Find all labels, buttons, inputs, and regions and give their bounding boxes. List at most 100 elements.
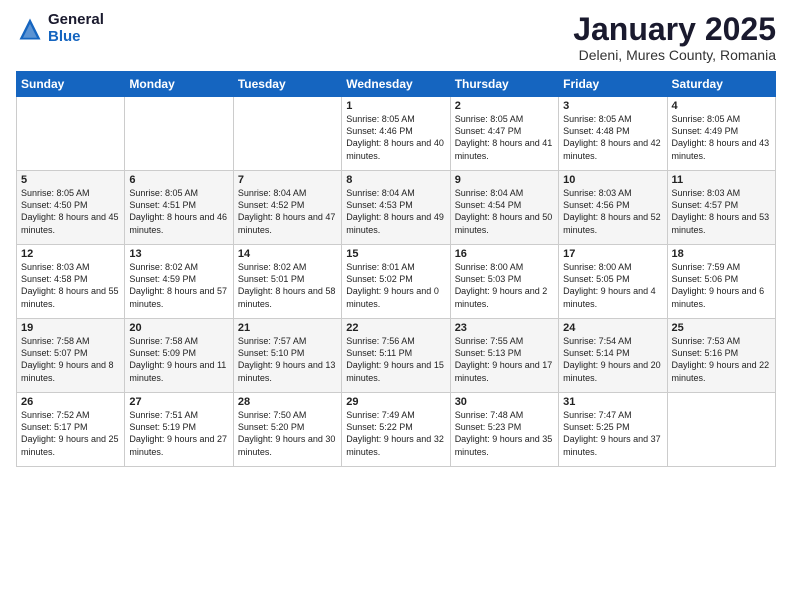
day-cell: 16Sunrise: 8:00 AM Sunset: 5:03 PM Dayli… — [450, 245, 558, 319]
day-info: Sunrise: 7:47 AM Sunset: 5:25 PM Dayligh… — [563, 409, 662, 458]
day-cell: 13Sunrise: 8:02 AM Sunset: 4:59 PM Dayli… — [125, 245, 233, 319]
day-cell: 20Sunrise: 7:58 AM Sunset: 5:09 PM Dayli… — [125, 319, 233, 393]
day-number: 29 — [346, 396, 445, 408]
day-number: 15 — [346, 248, 445, 260]
day-cell: 26Sunrise: 7:52 AM Sunset: 5:17 PM Dayli… — [17, 393, 125, 467]
day-number: 10 — [563, 174, 662, 186]
day-cell: 28Sunrise: 7:50 AM Sunset: 5:20 PM Dayli… — [233, 393, 341, 467]
day-info: Sunrise: 8:05 AM Sunset: 4:50 PM Dayligh… — [21, 187, 120, 236]
day-cell: 3Sunrise: 8:05 AM Sunset: 4:48 PM Daylig… — [559, 97, 667, 171]
day-number: 9 — [455, 174, 554, 186]
day-cell: 27Sunrise: 7:51 AM Sunset: 5:19 PM Dayli… — [125, 393, 233, 467]
day-cell: 8Sunrise: 8:04 AM Sunset: 4:53 PM Daylig… — [342, 171, 450, 245]
weekday-header-thursday: Thursday — [450, 72, 558, 97]
day-info: Sunrise: 7:49 AM Sunset: 5:22 PM Dayligh… — [346, 409, 445, 458]
day-cell: 1Sunrise: 8:05 AM Sunset: 4:46 PM Daylig… — [342, 97, 450, 171]
day-info: Sunrise: 7:54 AM Sunset: 5:14 PM Dayligh… — [563, 335, 662, 384]
title-block: January 2025 Deleni, Mures County, Roman… — [573, 12, 776, 63]
day-cell: 24Sunrise: 7:54 AM Sunset: 5:14 PM Dayli… — [559, 319, 667, 393]
day-number: 14 — [238, 248, 337, 260]
day-info: Sunrise: 7:59 AM Sunset: 5:06 PM Dayligh… — [672, 261, 771, 310]
day-number: 22 — [346, 322, 445, 334]
day-number: 28 — [238, 396, 337, 408]
day-cell: 23Sunrise: 7:55 AM Sunset: 5:13 PM Dayli… — [450, 319, 558, 393]
day-cell: 25Sunrise: 7:53 AM Sunset: 5:16 PM Dayli… — [667, 319, 775, 393]
day-cell: 11Sunrise: 8:03 AM Sunset: 4:57 PM Dayli… — [667, 171, 775, 245]
day-info: Sunrise: 8:05 AM Sunset: 4:46 PM Dayligh… — [346, 113, 445, 162]
weekday-header-wednesday: Wednesday — [342, 72, 450, 97]
day-number: 26 — [21, 396, 120, 408]
day-cell: 4Sunrise: 8:05 AM Sunset: 4:49 PM Daylig… — [667, 97, 775, 171]
calendar-subtitle: Deleni, Mures County, Romania — [573, 47, 776, 63]
weekday-header-sunday: Sunday — [17, 72, 125, 97]
day-cell: 21Sunrise: 7:57 AM Sunset: 5:10 PM Dayli… — [233, 319, 341, 393]
day-info: Sunrise: 8:03 AM Sunset: 4:57 PM Dayligh… — [672, 187, 771, 236]
day-number: 23 — [455, 322, 554, 334]
week-row-2: 5Sunrise: 8:05 AM Sunset: 4:50 PM Daylig… — [17, 171, 776, 245]
logo: General Blue — [16, 12, 104, 45]
day-cell: 2Sunrise: 8:05 AM Sunset: 4:47 PM Daylig… — [450, 97, 558, 171]
day-cell: 7Sunrise: 8:04 AM Sunset: 4:52 PM Daylig… — [233, 171, 341, 245]
day-info: Sunrise: 8:05 AM Sunset: 4:48 PM Dayligh… — [563, 113, 662, 162]
day-number: 13 — [129, 248, 228, 260]
day-number: 30 — [455, 396, 554, 408]
day-info: Sunrise: 7:51 AM Sunset: 5:19 PM Dayligh… — [129, 409, 228, 458]
day-info: Sunrise: 7:57 AM Sunset: 5:10 PM Dayligh… — [238, 335, 337, 384]
day-info: Sunrise: 8:03 AM Sunset: 4:56 PM Dayligh… — [563, 187, 662, 236]
calendar-title: January 2025 — [573, 12, 776, 47]
day-number: 31 — [563, 396, 662, 408]
day-cell: 14Sunrise: 8:02 AM Sunset: 5:01 PM Dayli… — [233, 245, 341, 319]
day-info: Sunrise: 8:00 AM Sunset: 5:05 PM Dayligh… — [563, 261, 662, 310]
day-info: Sunrise: 7:56 AM Sunset: 5:11 PM Dayligh… — [346, 335, 445, 384]
logo-blue: Blue — [48, 29, 104, 46]
day-info: Sunrise: 8:04 AM Sunset: 4:53 PM Dayligh… — [346, 187, 445, 236]
day-info: Sunrise: 8:04 AM Sunset: 4:54 PM Dayligh… — [455, 187, 554, 236]
day-number: 18 — [672, 248, 771, 260]
logo-icon — [16, 15, 44, 43]
day-info: Sunrise: 7:50 AM Sunset: 5:20 PM Dayligh… — [238, 409, 337, 458]
day-info: Sunrise: 8:02 AM Sunset: 5:01 PM Dayligh… — [238, 261, 337, 310]
day-number: 4 — [672, 100, 771, 112]
day-info: Sunrise: 8:01 AM Sunset: 5:02 PM Dayligh… — [346, 261, 445, 310]
day-number: 21 — [238, 322, 337, 334]
logo-text: General Blue — [48, 12, 104, 45]
day-cell — [17, 97, 125, 171]
day-number: 7 — [238, 174, 337, 186]
day-cell: 22Sunrise: 7:56 AM Sunset: 5:11 PM Dayli… — [342, 319, 450, 393]
day-cell: 18Sunrise: 7:59 AM Sunset: 5:06 PM Dayli… — [667, 245, 775, 319]
day-number: 19 — [21, 322, 120, 334]
weekday-header-monday: Monday — [125, 72, 233, 97]
day-info: Sunrise: 8:03 AM Sunset: 4:58 PM Dayligh… — [21, 261, 120, 310]
day-info: Sunrise: 7:58 AM Sunset: 5:07 PM Dayligh… — [21, 335, 120, 384]
day-cell — [667, 393, 775, 467]
calendar-page: General Blue January 2025 Deleni, Mures … — [0, 0, 792, 612]
week-row-5: 26Sunrise: 7:52 AM Sunset: 5:17 PM Dayli… — [17, 393, 776, 467]
day-number: 24 — [563, 322, 662, 334]
day-cell — [233, 97, 341, 171]
day-info: Sunrise: 8:05 AM Sunset: 4:51 PM Dayligh… — [129, 187, 228, 236]
day-info: Sunrise: 8:05 AM Sunset: 4:47 PM Dayligh… — [455, 113, 554, 162]
day-cell: 15Sunrise: 8:01 AM Sunset: 5:02 PM Dayli… — [342, 245, 450, 319]
day-number: 20 — [129, 322, 228, 334]
day-number: 2 — [455, 100, 554, 112]
calendar-table: SundayMondayTuesdayWednesdayThursdayFrid… — [16, 71, 776, 467]
day-cell: 9Sunrise: 8:04 AM Sunset: 4:54 PM Daylig… — [450, 171, 558, 245]
day-number: 12 — [21, 248, 120, 260]
day-number: 1 — [346, 100, 445, 112]
day-cell: 5Sunrise: 8:05 AM Sunset: 4:50 PM Daylig… — [17, 171, 125, 245]
day-number: 8 — [346, 174, 445, 186]
day-cell: 12Sunrise: 8:03 AM Sunset: 4:58 PM Dayli… — [17, 245, 125, 319]
day-cell: 10Sunrise: 8:03 AM Sunset: 4:56 PM Dayli… — [559, 171, 667, 245]
week-row-4: 19Sunrise: 7:58 AM Sunset: 5:07 PM Dayli… — [17, 319, 776, 393]
day-number: 16 — [455, 248, 554, 260]
day-cell: 19Sunrise: 7:58 AM Sunset: 5:07 PM Dayli… — [17, 319, 125, 393]
day-info: Sunrise: 8:02 AM Sunset: 4:59 PM Dayligh… — [129, 261, 228, 310]
day-number: 27 — [129, 396, 228, 408]
day-info: Sunrise: 7:58 AM Sunset: 5:09 PM Dayligh… — [129, 335, 228, 384]
day-number: 25 — [672, 322, 771, 334]
header: General Blue January 2025 Deleni, Mures … — [16, 12, 776, 63]
day-number: 6 — [129, 174, 228, 186]
day-cell: 31Sunrise: 7:47 AM Sunset: 5:25 PM Dayli… — [559, 393, 667, 467]
day-cell: 6Sunrise: 8:05 AM Sunset: 4:51 PM Daylig… — [125, 171, 233, 245]
day-number: 17 — [563, 248, 662, 260]
